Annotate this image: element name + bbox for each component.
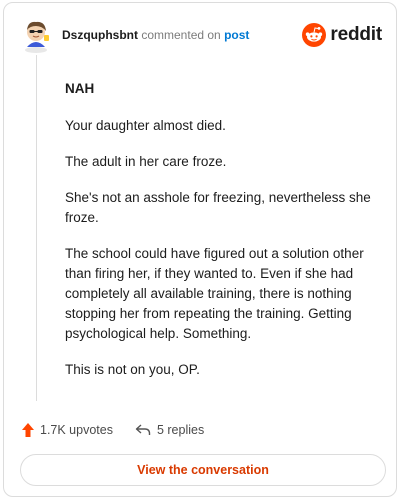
action-text: commented on <box>141 28 221 42</box>
comment-paragraph: NAH <box>65 81 95 96</box>
reply-count: 5 replies <box>156 423 205 437</box>
view-conversation-button[interactable]: View the conversation <box>20 454 386 486</box>
reddit-logo-icon <box>302 23 327 47</box>
reddit-logo[interactable]: reddit <box>302 22 382 48</box>
comment-paragraph: The adult in her care froze. <box>65 154 227 169</box>
comment-footer: 1.7K upvotes 5 replies <box>21 420 204 440</box>
thread-line <box>36 55 37 401</box>
comment-meta: Dszquphsbnt commented on post <box>62 28 249 42</box>
comment-paragraph: Your daughter almost died. <box>65 118 226 133</box>
replies-button[interactable]: 5 replies <box>135 423 204 437</box>
upvote-count: 1.7K upvotes <box>40 423 113 437</box>
username[interactable]: Dszquphsbnt <box>62 28 138 42</box>
logo-text: reddit <box>330 24 382 45</box>
comment-header: Dszquphsbnt commented on post reddit <box>18 15 382 55</box>
reply-arrow-icon <box>135 424 151 435</box>
comment-paragraph: This is not on you, OP. <box>65 362 200 377</box>
comment-paragraph: The school could have figured out a solu… <box>65 246 364 341</box>
upvote-button[interactable]: 1.7K upvotes <box>21 422 113 438</box>
upvote-arrow-icon <box>22 423 34 437</box>
user-avatar[interactable] <box>18 17 54 53</box>
comment-card: Dszquphsbnt commented on post reddit NAH… <box>3 2 397 497</box>
post-link[interactable]: post <box>224 28 249 42</box>
comment-body: NAH Your daughter almost died. The adult… <box>65 79 383 396</box>
comment-paragraph: She's not an asshole for freezing, never… <box>65 190 371 225</box>
